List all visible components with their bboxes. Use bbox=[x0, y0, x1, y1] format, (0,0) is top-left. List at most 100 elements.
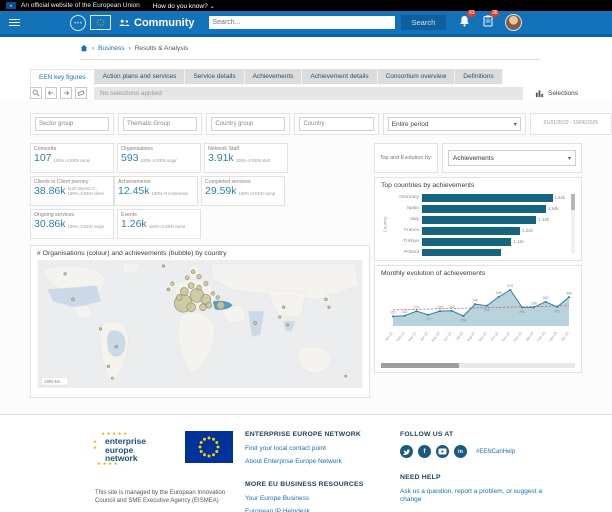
kpi-value: 1.26k bbox=[121, 219, 147, 230]
kpi-ongoing-services: Ongoing services30.86k100% of EEN ongoin… bbox=[30, 209, 114, 239]
user-avatar[interactable] bbox=[505, 14, 522, 31]
eu-flag-logo-icon bbox=[90, 15, 111, 30]
facebook-icon[interactable]: f bbox=[418, 445, 431, 458]
bar-row-spain[interactable]: Spain1.54k bbox=[389, 203, 567, 214]
selections-message: No selections applied bbox=[94, 87, 523, 100]
filter-input-country[interactable]: Country bbox=[299, 117, 373, 131]
search-selections-button[interactable] bbox=[30, 87, 42, 99]
home-icon[interactable] bbox=[80, 44, 88, 52]
bar bbox=[422, 238, 511, 246]
map-title: # Organisations (colour) and achievement… bbox=[37, 250, 363, 257]
tab-consortium-overview[interactable]: Consortium overview bbox=[378, 69, 456, 84]
footer-link-about-enterprise-europe-network[interactable]: About Enterprise Europe Network bbox=[245, 458, 400, 465]
filter-country-group: Country group bbox=[206, 113, 290, 135]
filter-input-country-group[interactable]: Country group bbox=[211, 117, 285, 131]
bar-chart-title: Top countries by achievements bbox=[381, 182, 575, 189]
svg-text:382: 382 bbox=[543, 296, 549, 300]
bar-row-italy[interactable]: Italy1.42k bbox=[389, 214, 567, 225]
chevron-down-icon: ▾ bbox=[514, 121, 517, 128]
hashtag-link[interactable]: #EENCanHelp bbox=[476, 449, 515, 455]
kpi-clients-in-client-journey: Clients in Client journey38.86k1120 shar… bbox=[30, 176, 114, 206]
logo-group[interactable]: ✶✶✶ bbox=[70, 15, 111, 31]
svg-text:177: 177 bbox=[425, 317, 431, 321]
menu-icon[interactable] bbox=[9, 17, 20, 28]
kpi-sublabel: 100% of EEN events bbox=[149, 225, 185, 230]
youtube-icon[interactable] bbox=[436, 445, 449, 458]
how-do-you-know-link[interactable]: How do you know? ⌄ bbox=[153, 2, 215, 10]
tab-action-plans-and-services[interactable]: Action plans and services bbox=[95, 69, 186, 84]
selections-button[interactable]: Selections bbox=[531, 89, 582, 98]
line-chart[interactable]: 151Jan-22162Feb-22233Mar-22177Apr-22235M… bbox=[381, 280, 573, 356]
date-range-value[interactable]: 01/01/2022 - 10/06/2025 bbox=[535, 117, 607, 129]
tab-service-details[interactable]: Service details bbox=[185, 69, 244, 84]
world-map[interactable]: 2000 km bbox=[37, 260, 363, 388]
kpi-value: 38.86k bbox=[34, 186, 66, 197]
bar-value-label: 1.54k bbox=[548, 206, 559, 211]
bar-category-label: Italy bbox=[389, 217, 422, 222]
een-logo: ★★★★★ ★★ enterprise europe network ★★★★ bbox=[95, 431, 167, 463]
kpi-value: 29.59k bbox=[205, 186, 237, 197]
period-selected-value: Entire period bbox=[392, 121, 429, 128]
bar-row-germany[interactable]: Germany1.62k bbox=[389, 192, 567, 203]
tasks-button[interactable]: 38 bbox=[483, 14, 493, 32]
bar-row-france[interactable]: France1.22k bbox=[389, 225, 567, 236]
bar-chart-scrollbar[interactable] bbox=[571, 194, 575, 254]
filter-thematic-group: Thematic Group bbox=[118, 113, 202, 135]
een-logo-stars: ★★★★★ bbox=[101, 431, 129, 437]
svg-text:302: 302 bbox=[554, 309, 560, 313]
bar-row-t-rkiye[interactable]: Türkiye1.11k bbox=[389, 236, 567, 247]
tab-achievements[interactable]: Achievements bbox=[245, 69, 303, 84]
line-chart-title: Monthly evolution of achievements bbox=[381, 270, 575, 277]
svg-text:Dec-22: Dec-22 bbox=[513, 331, 523, 342]
need-help-heading: NEED HELP bbox=[400, 474, 590, 481]
step-forward-button[interactable] bbox=[60, 87, 72, 99]
top-evolution-dropdown: Achievements ▾ bbox=[442, 143, 582, 173]
eu-stars bbox=[94, 18, 107, 27]
kpi-value: 3.91k bbox=[208, 153, 234, 164]
bar-row-poland[interactable]: Poland bbox=[389, 247, 567, 256]
notifications-button[interactable]: 93 bbox=[459, 14, 470, 32]
bar-chart[interactable]: Germany1.62kSpain1.54kItaly1.42kFrance1.… bbox=[389, 192, 575, 256]
kpi-sublabel: 100% of EEN ongoing services bbox=[68, 225, 104, 230]
footer-link-find-your-local-contact-point[interactable]: Find your local contact point bbox=[245, 445, 400, 452]
svg-text:240: 240 bbox=[449, 305, 455, 309]
filter-input-sector-group[interactable]: Sector group bbox=[35, 117, 109, 131]
search-button[interactable]: Search bbox=[401, 15, 447, 30]
breadcrumb-business[interactable]: Business bbox=[98, 45, 124, 52]
step-back-button[interactable] bbox=[45, 87, 57, 99]
footer-link-european-ip-helpdesk[interactable]: European IP Helpdesk bbox=[245, 508, 400, 512]
linkedin-icon[interactable]: in bbox=[454, 445, 467, 458]
kpi-sublabel: 100% of EEN completed services bbox=[239, 192, 275, 197]
een-logo-stars: ★ ★ bbox=[93, 439, 99, 451]
tab-achievement-details[interactable]: Achievement details bbox=[302, 69, 377, 84]
svg-text:Sep-22: Sep-22 bbox=[478, 331, 488, 342]
tab-definitions[interactable]: Definitions bbox=[455, 69, 502, 84]
svg-text:Apr-22: Apr-22 bbox=[419, 331, 429, 342]
breadcrumb-divider bbox=[80, 59, 540, 60]
chevron-down-icon: ▾ bbox=[568, 155, 571, 162]
twitter-icon[interactable] bbox=[400, 445, 413, 458]
svg-text:294: 294 bbox=[519, 310, 525, 314]
search-input[interactable] bbox=[209, 16, 395, 29]
bar-value-label: 1.22k bbox=[522, 228, 533, 233]
community-brand[interactable]: Community bbox=[119, 17, 195, 29]
top-evolution-select[interactable]: Achievements ▾ bbox=[448, 150, 576, 166]
footer-links: ENTERPRISE EUROPE NETWORKFind your local… bbox=[245, 431, 400, 512]
line-chart-scrollbar[interactable] bbox=[381, 363, 575, 368]
line-chart-holder: 151Jan-22162Feb-22233Mar-22177Apr-22235M… bbox=[381, 280, 575, 361]
filter-input-thematic-group[interactable]: Thematic Group bbox=[123, 117, 197, 131]
footer-link-your-europe-business[interactable]: Your Europe Business bbox=[245, 495, 400, 502]
help-link[interactable]: Ask us a question, report a problem, or … bbox=[400, 488, 560, 504]
eu-flag-image bbox=[185, 431, 233, 468]
bar bbox=[422, 216, 536, 224]
managed-by-text: This site is managed by the European Inn… bbox=[95, 490, 245, 505]
clear-selections-button[interactable] bbox=[75, 87, 87, 99]
filter-bar: Sector group Thematic Group Country group C… bbox=[30, 113, 612, 135]
tab-een-key-figures[interactable]: EEN key figures bbox=[30, 69, 95, 85]
footer-heading: MORE EU BUSINESS RESOURCES bbox=[245, 481, 400, 488]
filter-sector-group: Sector group bbox=[30, 113, 114, 135]
app-header: ✶✶✶ Community Search 93 38 bbox=[0, 11, 612, 34]
bar bbox=[422, 227, 520, 235]
period-select[interactable]: Entire period ▾ bbox=[388, 117, 521, 131]
official-banner: ★ An official website of the European Un… bbox=[0, 0, 612, 11]
